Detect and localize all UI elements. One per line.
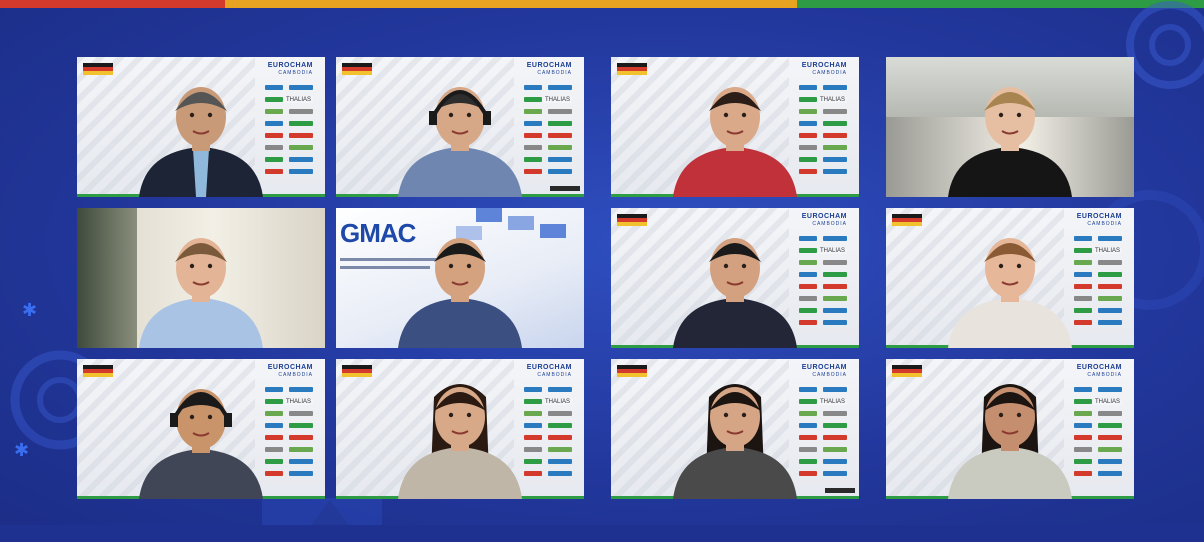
participant-video xyxy=(139,87,263,197)
participant-tile[interactable]: EUROCHAM CAMBODIA THALIAS xyxy=(611,359,859,499)
gear-icon: ✱ xyxy=(22,300,38,320)
name-badge xyxy=(825,488,855,493)
participant-video xyxy=(673,87,797,197)
name-badge xyxy=(550,186,580,191)
participant-video xyxy=(673,238,797,348)
participant-tile[interactable]: EUROCHAM CAMBODIA THALIAS xyxy=(77,359,325,499)
participant-video xyxy=(948,238,1072,348)
gear-icon: ✱ xyxy=(14,440,30,460)
participant-video xyxy=(398,384,522,499)
participant-tile[interactable]: EUROCHAM CAMBODIA THALIAS xyxy=(77,57,325,197)
participant-tile[interactable]: EUROCHAM CAMBODIA THALIAS xyxy=(336,57,584,197)
participant-video xyxy=(139,389,263,499)
participant-tile[interactable]: EUROCHAM CAMBODIA THALIAS xyxy=(886,359,1134,499)
participant-tile[interactable]: EUROCHAM CAMBODIA THALIAS xyxy=(611,208,859,348)
participant-video xyxy=(673,384,797,499)
participant-tile[interactable] xyxy=(886,57,1134,197)
participant-tile[interactable]: EUROCHAM CAMBODIA THALIAS xyxy=(336,359,584,499)
participant-video xyxy=(398,87,522,197)
participant-video xyxy=(948,87,1072,197)
participant-video xyxy=(139,238,263,348)
participant-video xyxy=(398,238,522,348)
video-call-grid: ✱ ✱ EUROCHAM CAMBODIA THALIAS EUROCHAM CAMBO… xyxy=(0,0,1204,542)
participant-tile[interactable]: GMAC xyxy=(336,208,584,348)
participant-tile[interactable]: EUROCHAM CAMBODIA THALIAS xyxy=(611,57,859,197)
participant-tile[interactable]: EUROCHAM CAMBODIA THALIAS xyxy=(886,208,1134,348)
participant-video xyxy=(948,384,1072,499)
participant-tile[interactable] xyxy=(77,208,325,348)
